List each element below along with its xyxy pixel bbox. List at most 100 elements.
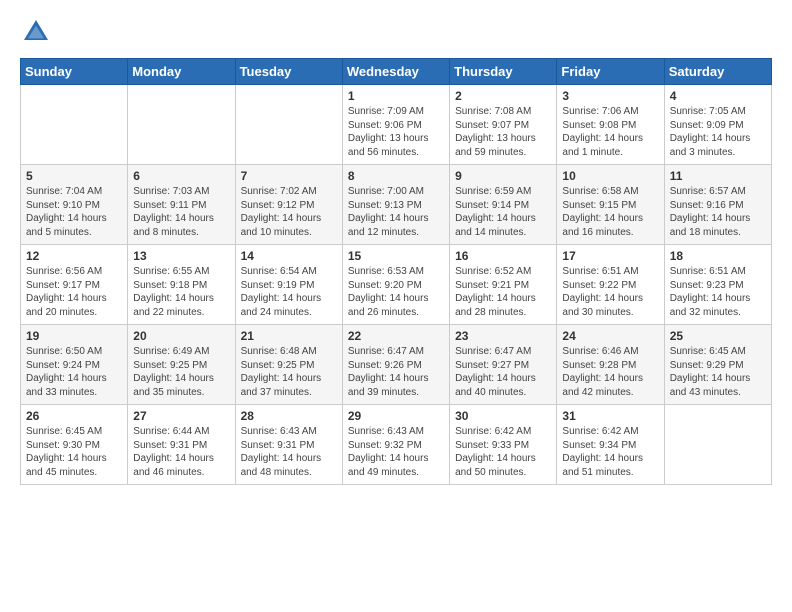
day-number: 5 bbox=[26, 169, 122, 183]
day-number: 25 bbox=[670, 329, 766, 343]
calendar-cell: 10 Sunrise: 6:58 AMSunset: 9:15 PMDayligh… bbox=[557, 165, 664, 245]
calendar-cell: 23 Sunrise: 6:47 AMSunset: 9:27 PMDayligh… bbox=[450, 325, 557, 405]
cell-info: Sunrise: 6:58 AMSunset: 9:15 PMDaylight:… bbox=[562, 186, 643, 238]
cell-info: Sunrise: 6:45 AMSunset: 9:30 PMDaylight:… bbox=[26, 426, 107, 478]
calendar-cell: 14Sunrise: 6:54 AMSunset: 9:19 PMDayligh… bbox=[235, 245, 342, 325]
day-number: 23 bbox=[455, 329, 551, 343]
day-number: 28 bbox=[241, 409, 337, 423]
cell-info: Sunrise: 6:53 AMSunset: 9:20 PMDaylight:… bbox=[348, 266, 429, 318]
day-number: 13 bbox=[133, 249, 229, 263]
cell-info: Sunrise: 6:43 AMSunset: 9:31 PMDaylight:… bbox=[241, 426, 322, 478]
day-number: 3 bbox=[562, 89, 658, 103]
day-number: 9 bbox=[455, 169, 551, 183]
calendar-cell: 6Sunrise: 7:03 AMSunset: 9:11 PMDaylight… bbox=[128, 165, 235, 245]
day-number: 2 bbox=[455, 89, 551, 103]
cell-info: Sunrise: 6:57 AMSunset: 9:16 PMDaylight:… bbox=[670, 186, 751, 238]
calendar-cell: 5Sunrise: 7:04 AMSunset: 9:10 PMDaylight… bbox=[21, 165, 128, 245]
cell-info: Sunrise: 6:51 AMSunset: 9:23 PMDaylight:… bbox=[670, 266, 751, 318]
cell-info: Sunrise: 6:56 AMSunset: 9:17 PMDaylight:… bbox=[26, 266, 107, 318]
calendar-cell: 28 Sunrise: 6:43 AMSunset: 9:31 PMDayligh… bbox=[235, 405, 342, 485]
col-header-thursday: Thursday bbox=[450, 59, 557, 85]
week-row-1: 1Sunrise: 7:09 AMSunset: 9:06 PMDaylight… bbox=[21, 85, 772, 165]
day-number: 21 bbox=[241, 329, 337, 343]
calendar-cell: 9 Sunrise: 6:59 AMSunset: 9:14 PMDaylight… bbox=[450, 165, 557, 245]
cell-info: Sunrise: 7:02 AMSunset: 9:12 PMDaylight:… bbox=[241, 186, 322, 238]
calendar-cell: 30Sunrise: 6:42 AMSunset: 9:33 PMDayligh… bbox=[450, 405, 557, 485]
calendar-cell: 11 Sunrise: 6:57 AMSunset: 9:16 PMDayligh… bbox=[664, 165, 771, 245]
cell-info: Sunrise: 6:48 AMSunset: 9:25 PMDaylight:… bbox=[241, 346, 322, 398]
day-number: 26 bbox=[26, 409, 122, 423]
day-number: 10 bbox=[562, 169, 658, 183]
col-header-tuesday: Tuesday bbox=[235, 59, 342, 85]
calendar-cell: 21 Sunrise: 6:48 AMSunset: 9:25 PMDayligh… bbox=[235, 325, 342, 405]
calendar-cell: 24 Sunrise: 6:46 AMSunset: 9:28 PMDayligh… bbox=[557, 325, 664, 405]
calendar-cell: 17 Sunrise: 6:51 AMSunset: 9:22 PMDayligh… bbox=[557, 245, 664, 325]
calendar-cell: 13 Sunrise: 6:55 AMSunset: 9:18 PMDayligh… bbox=[128, 245, 235, 325]
day-number: 27 bbox=[133, 409, 229, 423]
calendar-cell bbox=[21, 85, 128, 165]
calendar-cell: 20 Sunrise: 6:49 AMSunset: 9:25 PMDayligh… bbox=[128, 325, 235, 405]
day-number: 20 bbox=[133, 329, 229, 343]
cell-info: Sunrise: 6:59 AMSunset: 9:14 PMDaylight:… bbox=[455, 186, 536, 238]
cell-info: Sunrise: 7:00 AMSunset: 9:13 PMDaylight:… bbox=[348, 186, 429, 238]
calendar-cell: 15 Sunrise: 6:53 AMSunset: 9:20 PMDayligh… bbox=[342, 245, 449, 325]
col-header-monday: Monday bbox=[128, 59, 235, 85]
cell-info: Sunrise: 6:49 AMSunset: 9:25 PMDaylight:… bbox=[133, 346, 214, 398]
day-number: 12 bbox=[26, 249, 122, 263]
calendar-cell: 18 Sunrise: 6:51 AMSunset: 9:23 PMDayligh… bbox=[664, 245, 771, 325]
day-number: 17 bbox=[562, 249, 658, 263]
day-number: 8 bbox=[348, 169, 444, 183]
calendar-cell: 7 Sunrise: 7:02 AMSunset: 9:12 PMDaylight… bbox=[235, 165, 342, 245]
logo-icon bbox=[20, 16, 52, 48]
calendar-cell: 8 Sunrise: 7:00 AMSunset: 9:13 PMDaylight… bbox=[342, 165, 449, 245]
cell-info: Sunrise: 7:08 AMSunset: 9:07 PMDaylight:… bbox=[455, 106, 536, 158]
cell-info: Sunrise: 6:45 AMSunset: 9:29 PMDaylight:… bbox=[670, 346, 751, 398]
page: SundayMondayTuesdayWednesdayThursdayFrid… bbox=[0, 0, 792, 501]
day-number: 22 bbox=[348, 329, 444, 343]
day-number: 7 bbox=[241, 169, 337, 183]
day-number: 18 bbox=[670, 249, 766, 263]
day-number: 30 bbox=[455, 409, 551, 423]
cell-info: Sunrise: 6:52 AMSunset: 9:21 PMDaylight:… bbox=[455, 266, 536, 318]
week-row-5: 26 Sunrise: 6:45 AMSunset: 9:30 PMDayligh… bbox=[21, 405, 772, 485]
day-number: 19 bbox=[26, 329, 122, 343]
calendar-cell: 25 Sunrise: 6:45 AMSunset: 9:29 PMDayligh… bbox=[664, 325, 771, 405]
calendar-cell: 22Sunrise: 6:47 AMSunset: 9:26 PMDayligh… bbox=[342, 325, 449, 405]
cell-info: Sunrise: 6:46 AMSunset: 9:28 PMDaylight:… bbox=[562, 346, 643, 398]
day-number: 31 bbox=[562, 409, 658, 423]
cell-info: Sunrise: 7:06 AMSunset: 9:08 PMDaylight:… bbox=[562, 106, 643, 158]
calendar-cell: 16Sunrise: 6:52 AMSunset: 9:21 PMDayligh… bbox=[450, 245, 557, 325]
cell-info: Sunrise: 6:44 AMSunset: 9:31 PMDaylight:… bbox=[133, 426, 214, 478]
calendar-cell: 29Sunrise: 6:43 AMSunset: 9:32 PMDayligh… bbox=[342, 405, 449, 485]
day-number: 11 bbox=[670, 169, 766, 183]
day-number: 15 bbox=[348, 249, 444, 263]
calendar-cell: 12 Sunrise: 6:56 AMSunset: 9:17 PMDayligh… bbox=[21, 245, 128, 325]
col-header-saturday: Saturday bbox=[664, 59, 771, 85]
col-header-sunday: Sunday bbox=[21, 59, 128, 85]
calendar-header-row: SundayMondayTuesdayWednesdayThursdayFrid… bbox=[21, 59, 772, 85]
calendar-cell: 26 Sunrise: 6:45 AMSunset: 9:30 PMDayligh… bbox=[21, 405, 128, 485]
calendar-cell: 4Sunrise: 7:05 AMSunset: 9:09 PMDaylight… bbox=[664, 85, 771, 165]
calendar-cell bbox=[128, 85, 235, 165]
day-number: 29 bbox=[348, 409, 444, 423]
calendar-cell: 27 Sunrise: 6:44 AMSunset: 9:31 PMDayligh… bbox=[128, 405, 235, 485]
week-row-3: 12 Sunrise: 6:56 AMSunset: 9:17 PMDayligh… bbox=[21, 245, 772, 325]
cell-info: Sunrise: 6:55 AMSunset: 9:18 PMDaylight:… bbox=[133, 266, 214, 318]
calendar-cell: 31 Sunrise: 6:42 AMSunset: 9:34 PMDayligh… bbox=[557, 405, 664, 485]
col-header-friday: Friday bbox=[557, 59, 664, 85]
day-number: 4 bbox=[670, 89, 766, 103]
cell-info: Sunrise: 6:50 AMSunset: 9:24 PMDaylight:… bbox=[26, 346, 107, 398]
cell-info: Sunrise: 6:42 AMSunset: 9:34 PMDaylight:… bbox=[562, 426, 643, 478]
calendar-cell: 1Sunrise: 7:09 AMSunset: 9:06 PMDaylight… bbox=[342, 85, 449, 165]
cell-info: Sunrise: 6:51 AMSunset: 9:22 PMDaylight:… bbox=[562, 266, 643, 318]
header bbox=[20, 16, 772, 48]
cell-info: Sunrise: 7:09 AMSunset: 9:06 PMDaylight:… bbox=[348, 106, 429, 158]
week-row-2: 5Sunrise: 7:04 AMSunset: 9:10 PMDaylight… bbox=[21, 165, 772, 245]
day-number: 24 bbox=[562, 329, 658, 343]
calendar-cell: 2 Sunrise: 7:08 AMSunset: 9:07 PMDaylight… bbox=[450, 85, 557, 165]
calendar-cell bbox=[664, 405, 771, 485]
cell-info: Sunrise: 6:54 AMSunset: 9:19 PMDaylight:… bbox=[241, 266, 322, 318]
cell-info: Sunrise: 6:47 AMSunset: 9:27 PMDaylight:… bbox=[455, 346, 536, 398]
day-number: 6 bbox=[133, 169, 229, 183]
logo bbox=[20, 16, 56, 48]
